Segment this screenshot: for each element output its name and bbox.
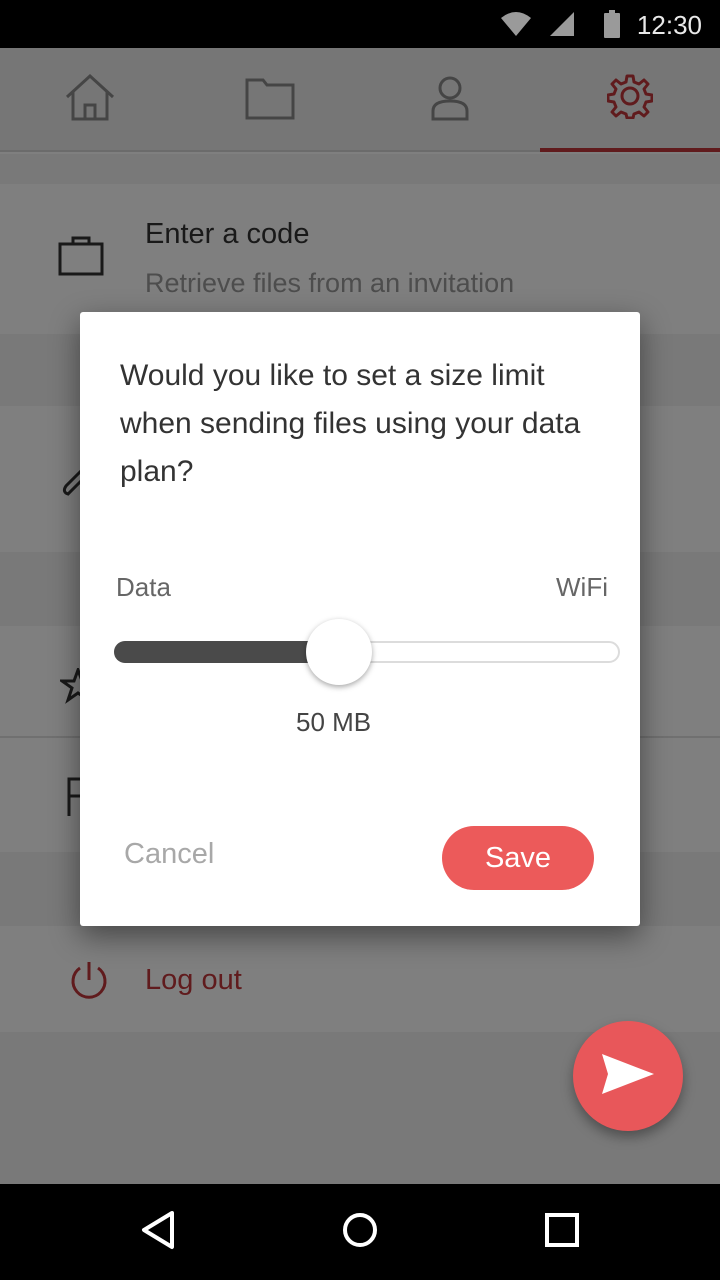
cancel-button[interactable]: Cancel	[124, 838, 214, 871]
size-limit-dialog: Would you like to set a size limit when …	[80, 312, 640, 926]
status-bar: 12:30	[0, 0, 720, 48]
slider-min-label: Data	[116, 572, 171, 602]
home-circle-icon	[340, 1210, 380, 1255]
system-nav-bar	[0, 1184, 720, 1280]
recents-icon	[544, 1212, 580, 1253]
size-limit-slider[interactable]	[114, 617, 620, 685]
clock: 12:30	[636, 10, 702, 40]
save-button[interactable]: Save	[442, 826, 594, 890]
recents-button[interactable]	[532, 1202, 592, 1262]
slider-value: 50 MB	[296, 707, 372, 737]
wifi-icon	[500, 10, 532, 43]
slider-thumb[interactable]	[306, 619, 372, 685]
dialog-question: Would you like to set a size limit when …	[120, 359, 581, 488]
signal-icon	[548, 10, 576, 43]
slider-max-label: WiFi	[556, 572, 608, 602]
back-button[interactable]	[128, 1202, 188, 1262]
back-icon	[140, 1210, 176, 1255]
battery-icon	[604, 10, 620, 43]
home-button[interactable]	[330, 1202, 390, 1262]
